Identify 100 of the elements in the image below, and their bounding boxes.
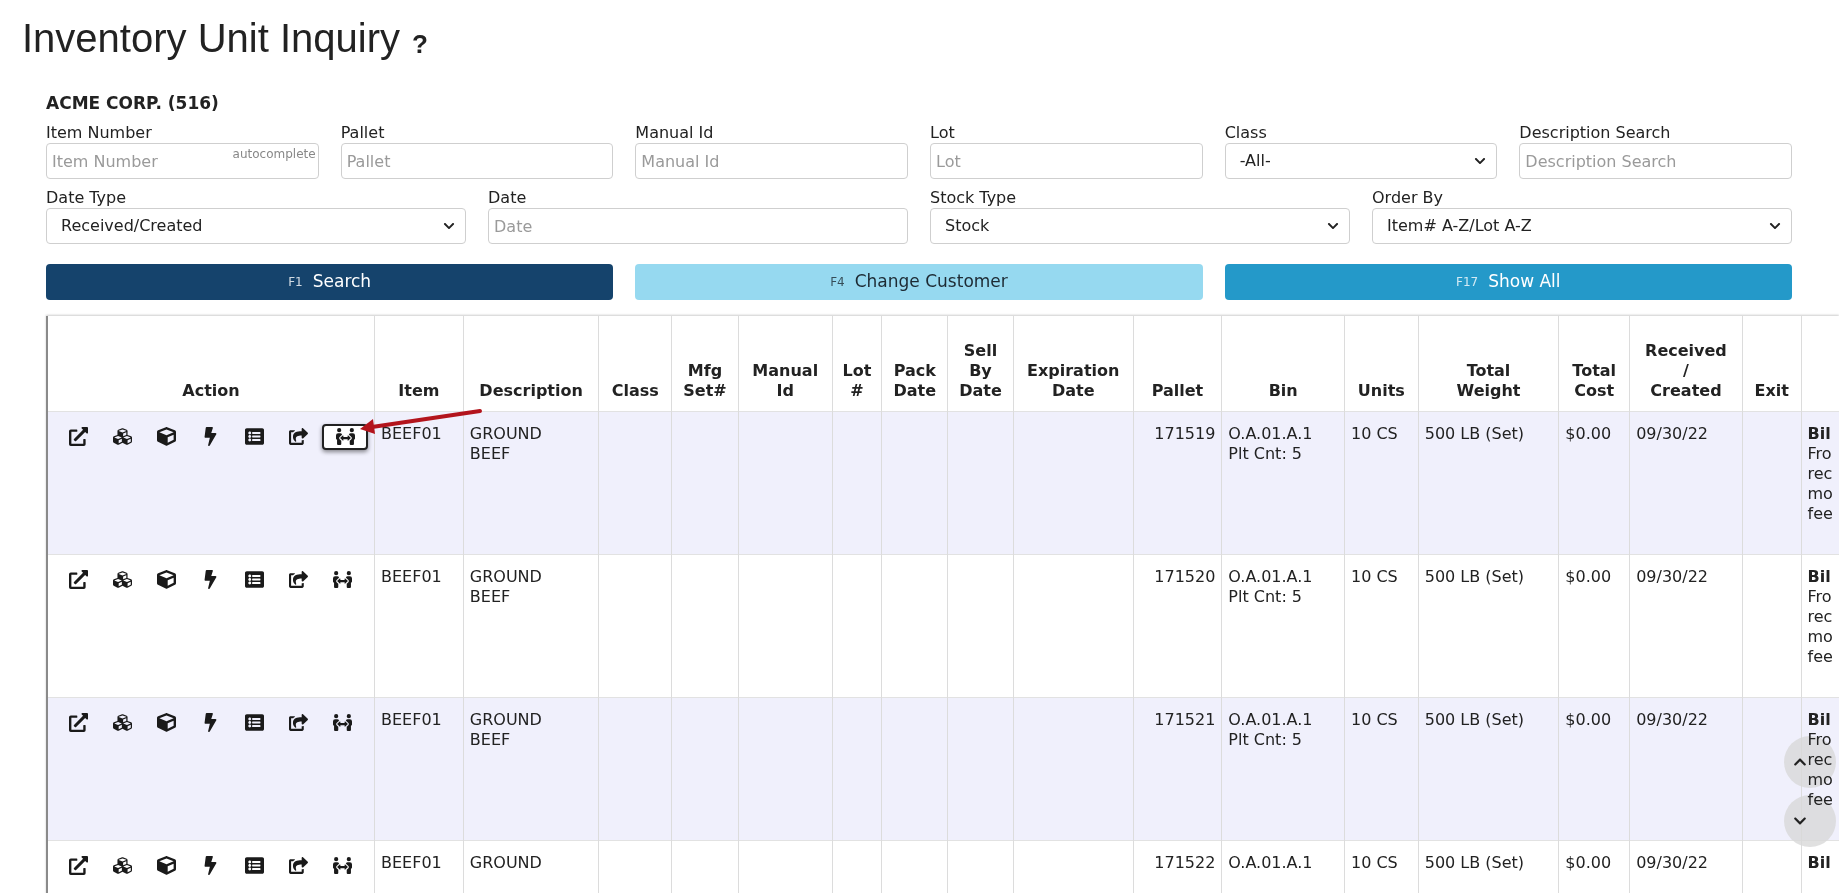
column-header: Item xyxy=(397,380,441,401)
chevron-down-icon xyxy=(1769,220,1781,232)
weight-text: 500 LB (Set) xyxy=(1424,709,1525,729)
bin-text: Plt Cnt: 5 xyxy=(1228,729,1304,750)
action-button[interactable]: F4 Change Customer xyxy=(635,264,1203,300)
input-field[interactable]: Manual Id xyxy=(635,143,908,179)
list-icon xyxy=(244,856,264,875)
share-icon xyxy=(288,856,308,875)
select-field[interactable]: Received/Created xyxy=(46,208,466,244)
note-text: fee xyxy=(1807,503,1833,524)
list-icon xyxy=(244,427,264,446)
note-title: Bil xyxy=(1807,566,1832,587)
list-icon xyxy=(244,713,264,732)
cost-text: $0.00 xyxy=(1565,709,1612,729)
people-arrows-icon xyxy=(332,570,352,589)
input-field[interactable]: Date xyxy=(488,208,908,244)
item-number: BEEF01 xyxy=(381,852,442,872)
note-text: rec xyxy=(1807,463,1833,484)
note-text: rec xyxy=(1807,749,1833,770)
field-label: Date xyxy=(488,187,528,208)
field-label: Date Type xyxy=(46,187,128,208)
column-header: Lot # xyxy=(841,360,873,401)
input-field[interactable]: Description Search xyxy=(1519,143,1792,179)
cube-icon xyxy=(156,856,176,875)
column-header: Mfg Set# xyxy=(682,360,728,401)
date-text: 09/30/22 xyxy=(1636,423,1708,443)
help-icon[interactable]: ? xyxy=(411,26,428,62)
external-link-icon xyxy=(68,570,88,589)
field-label: Class xyxy=(1224,122,1268,143)
note-text: mo xyxy=(1807,769,1833,790)
cubes-icon xyxy=(112,427,132,446)
input-field[interactable]: Lot xyxy=(930,143,1203,179)
select-field[interactable]: Item# A-Z/Lot A-Z xyxy=(1372,208,1792,244)
description-text: GROUND xyxy=(469,852,543,873)
column-header: Bin xyxy=(1267,380,1299,401)
bin-text: Plt Cnt: 5 xyxy=(1228,443,1304,464)
description-text: BEEF xyxy=(469,586,512,607)
bin-text: O.A.01.A.1 xyxy=(1228,852,1314,873)
pallet-number: 171520 xyxy=(1154,566,1216,586)
note-text: fee xyxy=(1807,646,1833,667)
date-text: 09/30/22 xyxy=(1636,566,1708,586)
description-text: GROUND xyxy=(469,566,543,587)
weight-text: 500 LB (Set) xyxy=(1424,423,1525,443)
column-header: Exit xyxy=(1753,380,1790,401)
autocomplete-hint: autocomplete xyxy=(232,146,316,163)
cubes-icon xyxy=(112,570,132,589)
units-text: 10 CS xyxy=(1351,423,1398,443)
column-header: Total Weight xyxy=(1455,360,1522,401)
date-text: 09/30/22 xyxy=(1636,709,1708,729)
action-button[interactable]: F1 Search xyxy=(46,264,614,300)
description-text: BEEF xyxy=(469,729,512,750)
item-number: BEEF01 xyxy=(381,423,442,443)
units-text: 10 CS xyxy=(1351,566,1398,586)
cube-icon xyxy=(156,427,176,446)
column-header: Manual Id xyxy=(751,360,820,401)
field-label: Manual Id xyxy=(635,122,715,143)
cost-text: $0.00 xyxy=(1565,566,1612,586)
select-field[interactable]: Stock xyxy=(930,208,1350,244)
date-text: 09/30/22 xyxy=(1636,852,1708,872)
external-link-icon xyxy=(68,713,88,732)
field-label: Item Number xyxy=(46,122,153,143)
column-header: Received / Created xyxy=(1644,340,1728,401)
people-arrows-icon xyxy=(332,713,352,732)
note-text: mo xyxy=(1807,483,1833,504)
description-text: GROUND xyxy=(469,423,543,444)
note-title: Bil xyxy=(1807,709,1832,730)
cost-text: $0.00 xyxy=(1565,852,1612,872)
input-field[interactable]: Pallet xyxy=(340,143,614,179)
select-field[interactable]: -All- xyxy=(1224,143,1498,179)
pallet-number: 171521 xyxy=(1154,709,1216,729)
column-header: Pallet xyxy=(1150,380,1205,401)
note-text: mo xyxy=(1807,626,1833,647)
column-header: Class xyxy=(610,380,660,401)
note-text: rec xyxy=(1807,606,1833,627)
note-text: fee xyxy=(1807,789,1833,810)
pallet-number: 171519 xyxy=(1154,423,1216,443)
weight-text: 500 LB (Set) xyxy=(1424,566,1525,586)
share-icon xyxy=(288,713,308,732)
units-text: 10 CS xyxy=(1351,852,1398,872)
cubes-icon xyxy=(112,856,132,875)
note-text: Fro xyxy=(1807,443,1833,464)
share-icon xyxy=(288,570,308,589)
pallet-number: 171522 xyxy=(1154,852,1216,872)
note-title: Bil xyxy=(1807,423,1832,444)
column-header: Units xyxy=(1356,380,1406,401)
share-icon xyxy=(288,427,308,446)
column-header: Action xyxy=(181,380,241,401)
item-number: BEEF01 xyxy=(381,566,442,586)
item-number: BEEF01 xyxy=(381,709,442,729)
note-text: Fro xyxy=(1807,586,1833,607)
cubes-icon xyxy=(112,713,132,732)
field-label: Stock Type xyxy=(930,187,1018,208)
chevron-down-icon xyxy=(1327,220,1339,232)
column-header: Expiration Date xyxy=(1026,360,1121,401)
field-label: Lot xyxy=(930,122,956,143)
list-icon xyxy=(244,570,264,589)
highlighted-action-button[interactable] xyxy=(322,423,368,450)
bin-text: O.A.01.A.1 xyxy=(1228,566,1314,587)
people-arrows-icon xyxy=(335,427,355,446)
weight-text: 500 LB (Set) xyxy=(1424,852,1525,872)
